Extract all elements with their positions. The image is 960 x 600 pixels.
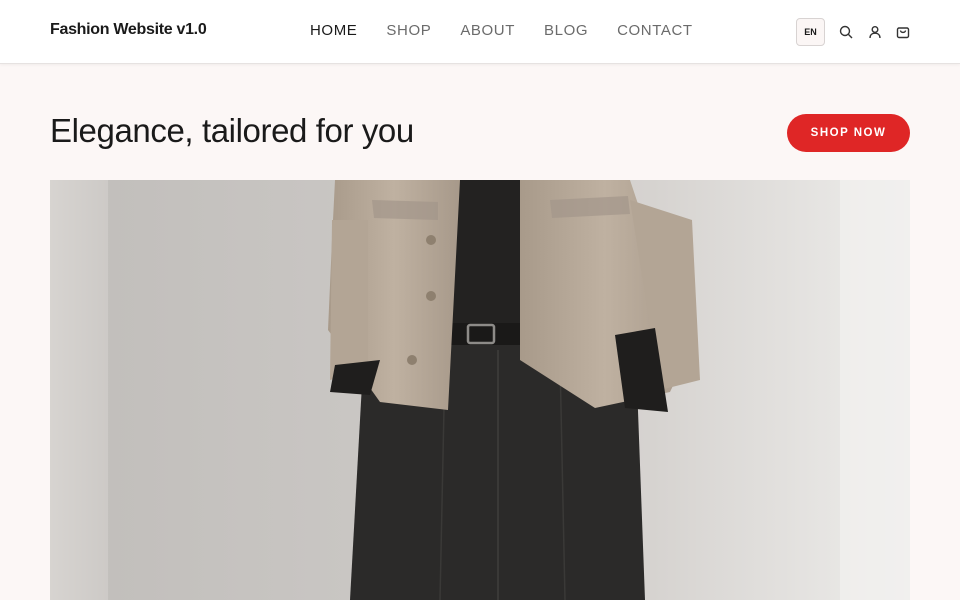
hero-image (50, 180, 910, 600)
hero-title: Elegance, tailored for you (50, 112, 414, 149)
site-logo[interactable]: Fashion Website v1.0 (50, 21, 207, 39)
nav-shop[interactable]: SHOP (386, 22, 431, 39)
model-illustration (50, 180, 910, 600)
nav-home[interactable]: HOME (310, 22, 357, 39)
shop-now-button[interactable]: SHOP NOW (787, 114, 910, 152)
nav-contact[interactable]: CONTACT (617, 22, 693, 39)
language-selector[interactable]: EN (796, 18, 825, 46)
cart-icon[interactable] (895, 24, 911, 40)
main-nav: HOME SHOP ABOUT BLOG CONTACT (310, 22, 722, 39)
nav-blog[interactable]: BLOG (544, 22, 588, 39)
search-icon[interactable] (838, 24, 854, 40)
user-icon[interactable] (867, 24, 883, 40)
nav-about[interactable]: ABOUT (460, 22, 515, 39)
site-header: Fashion Website v1.0 HOME SHOP ABOUT BLO… (0, 0, 960, 64)
